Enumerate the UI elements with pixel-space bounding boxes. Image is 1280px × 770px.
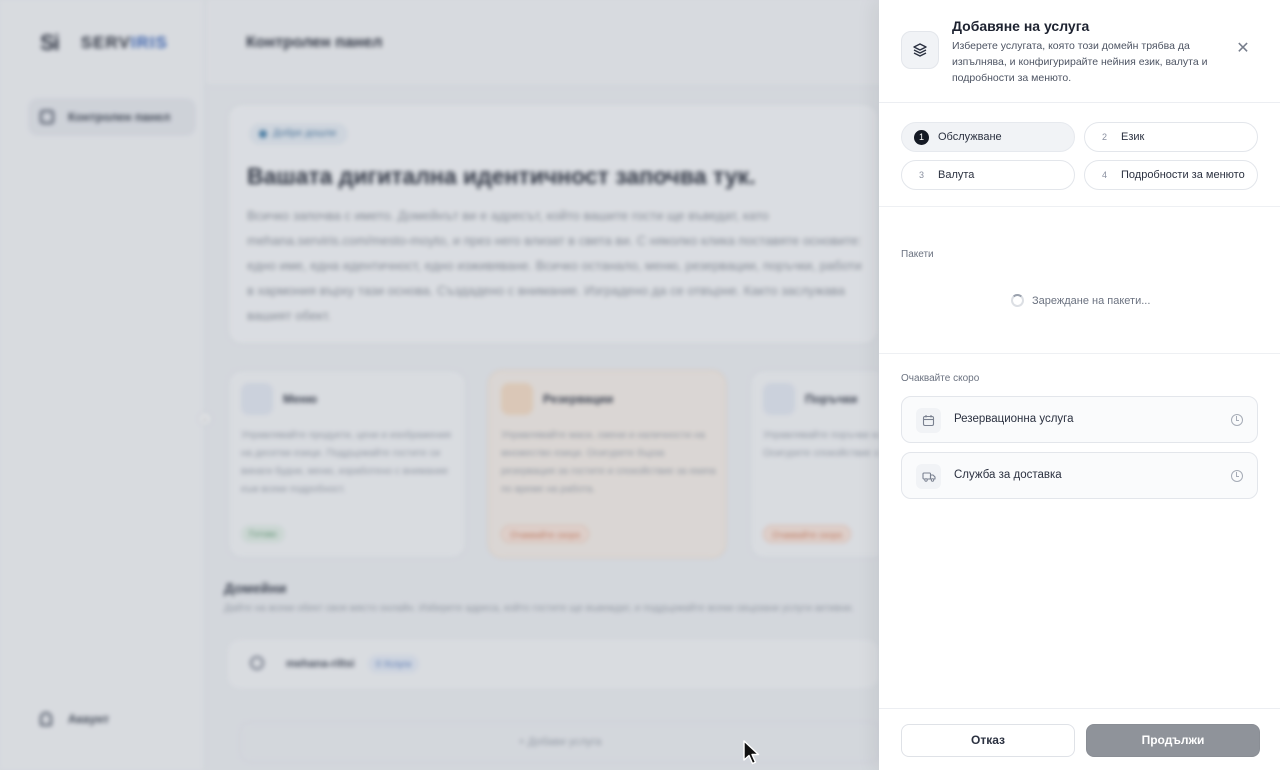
clock-icon — [1231, 470, 1243, 482]
cancel-button[interactable]: Отказ — [901, 724, 1075, 757]
upcoming-service-delivery: Служба за доставка — [901, 452, 1258, 499]
layers-icon — [901, 31, 939, 69]
add-service-drawer: Добавяне на услуга Изберете услугата, ко… — [879, 0, 1280, 770]
drawer-description: Изберете услугата, която този домейн тря… — [952, 40, 1208, 84]
step-label: Валута — [938, 169, 975, 181]
upcoming-label: Очаквайте скоро — [901, 373, 980, 384]
packages-label: Пакети — [901, 249, 934, 260]
continue-button[interactable]: Продължи — [1086, 724, 1260, 757]
divider — [879, 206, 1280, 207]
step-number: 1 — [914, 129, 929, 145]
mouse-cursor-icon — [743, 740, 760, 765]
step-language[interactable]: 2 Език — [1084, 122, 1258, 152]
upcoming-service-label: Служба за доставка — [954, 469, 1062, 481]
step-label: Подробности за менюто — [1121, 169, 1245, 181]
loading-text: Зареждане на пакети... — [1032, 294, 1151, 307]
step-number: 2 — [1101, 131, 1107, 142]
step-currency[interactable]: 3 Валута — [901, 160, 1075, 190]
truck-icon — [916, 464, 941, 489]
step-label: Обслужване — [938, 131, 1002, 143]
packages-loading: Зареждане на пакети... — [1011, 294, 1150, 307]
step-label: Език — [1121, 131, 1145, 143]
step-number: 4 — [1101, 169, 1107, 180]
clock-icon — [1231, 414, 1243, 426]
close-icon[interactable]: ✕ — [1235, 41, 1251, 57]
drawer-footer: Отказ Продължи — [879, 708, 1280, 770]
step-service[interactable]: 1 Обслужване — [901, 122, 1075, 152]
drawer-header: Добавяне на услуга Изберете услугата, ко… — [879, 0, 1280, 103]
step-number: 3 — [918, 169, 924, 180]
spinner-icon — [1011, 294, 1024, 307]
step-menu-details[interactable]: 4 Подробности за менюто — [1084, 160, 1258, 190]
calendar-icon — [916, 408, 941, 433]
drawer-title: Добавяне на услуга — [952, 18, 1090, 34]
divider — [879, 353, 1280, 354]
upcoming-service-reservations: Резервационна услуга — [901, 396, 1258, 443]
upcoming-service-label: Резервационна услуга — [954, 413, 1074, 425]
